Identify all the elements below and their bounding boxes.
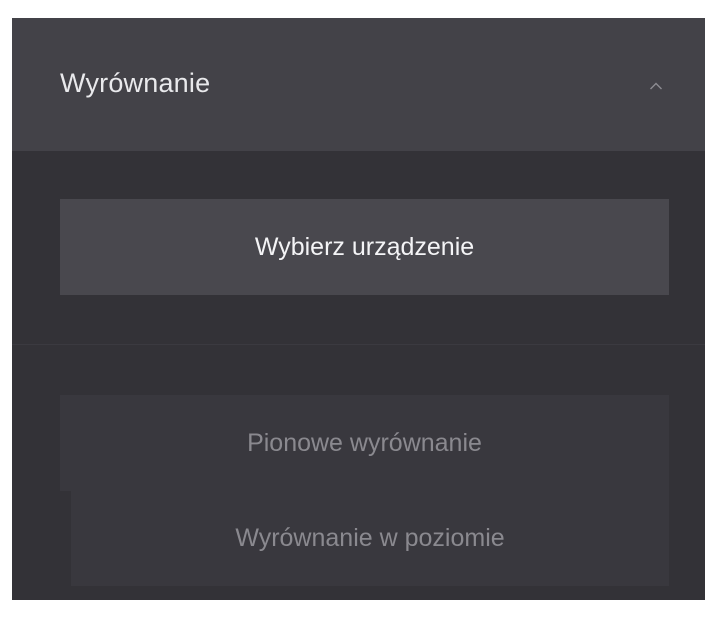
alignment-panel: Wyrównanie Wybierz urządzenie Pionowe wy… bbox=[12, 18, 705, 600]
alignment-section-header[interactable]: Wyrównanie bbox=[12, 18, 705, 151]
section-title: Wyrównanie bbox=[60, 68, 211, 98]
vertical-align-label: Pionowe wyrównanie bbox=[247, 428, 482, 457]
horizontal-align-button[interactable]: Wyrównanie w poziomie bbox=[71, 491, 669, 586]
vertical-align-button[interactable]: Pionowe wyrównanie bbox=[60, 395, 669, 491]
select-device-label: Wybierz urządzenie bbox=[254, 232, 475, 261]
select-device-button[interactable]: Wybierz urządzenie bbox=[60, 199, 669, 295]
divider bbox=[12, 344, 705, 345]
chevron-up-icon[interactable] bbox=[649, 79, 663, 93]
horizontal-align-label: Wyrównanie w poziomie bbox=[235, 524, 505, 552]
